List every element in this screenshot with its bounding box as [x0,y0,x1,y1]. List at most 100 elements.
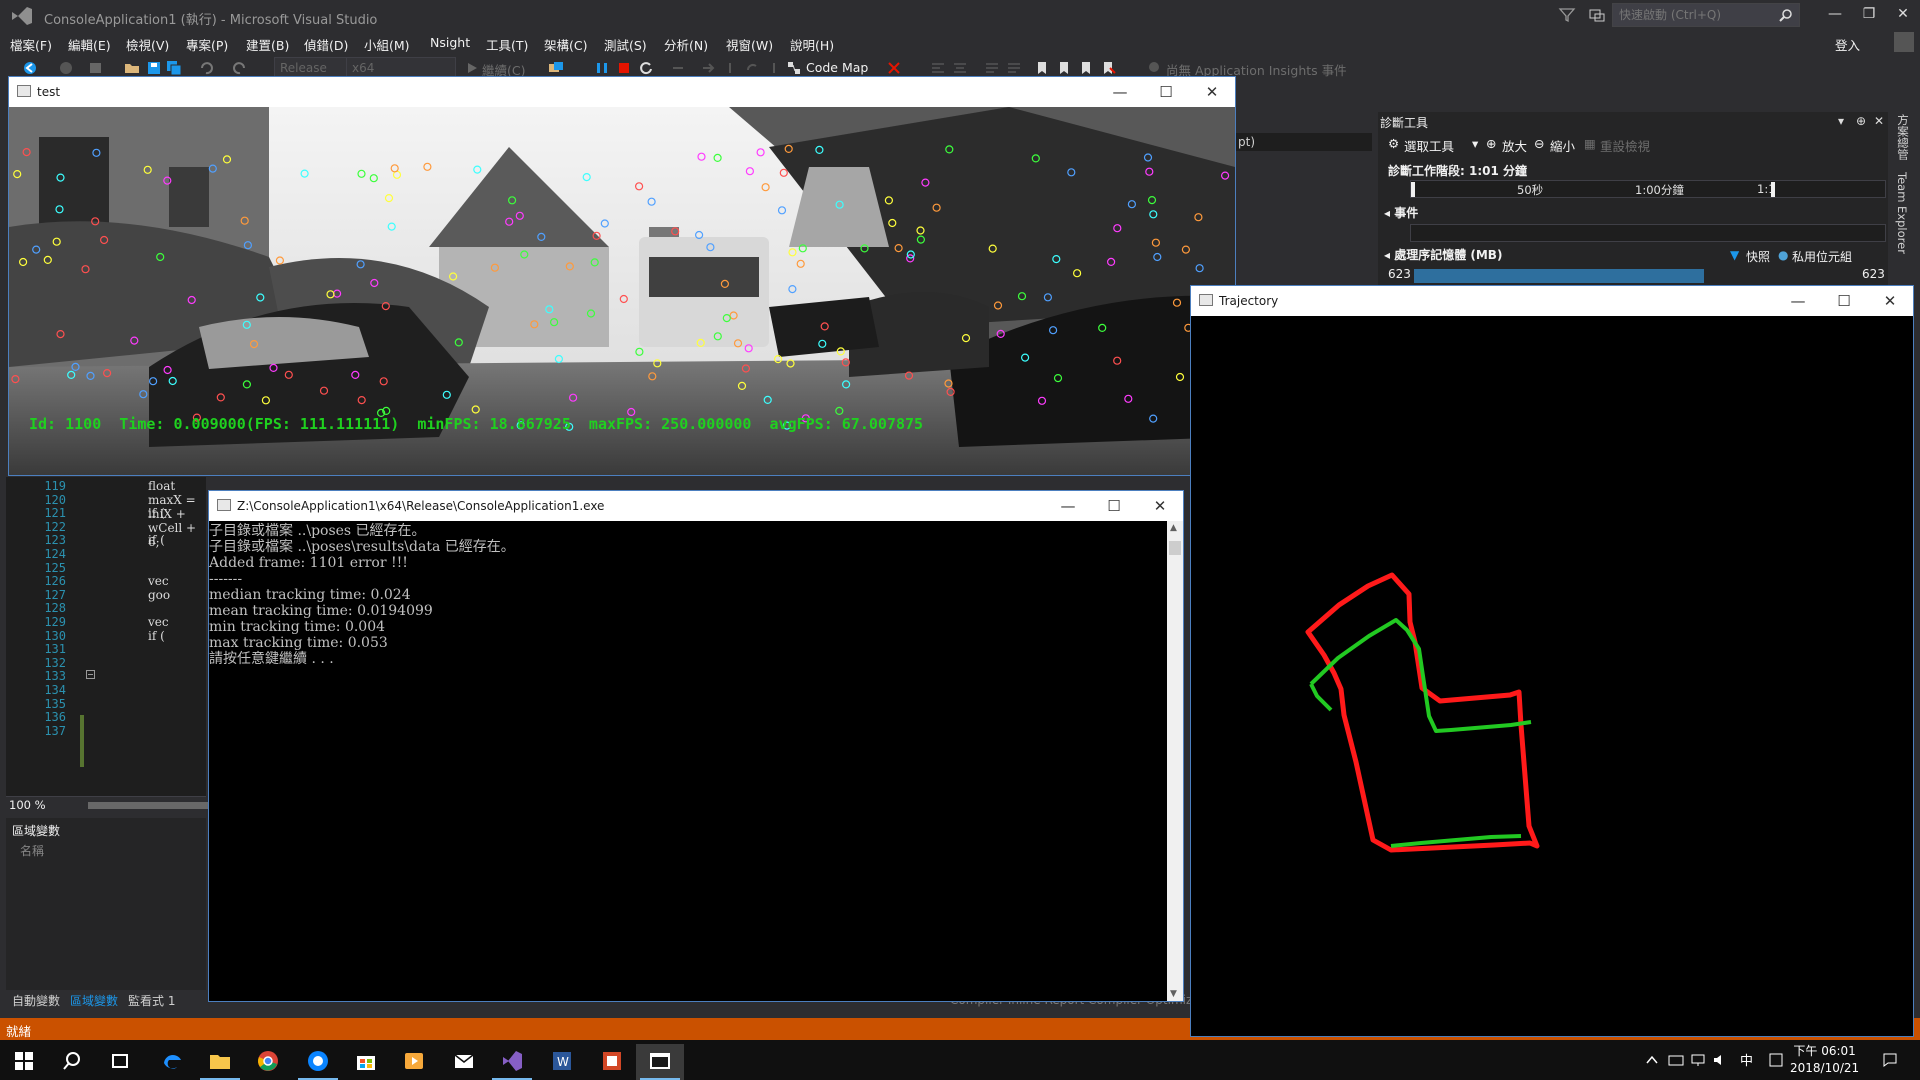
taskbar-app-word[interactable]: W [538,1044,586,1080]
events-section-header[interactable]: ◂ 事件 [1384,204,1418,221]
task-view-button[interactable] [96,1044,144,1080]
code-fragment[interactable]: goo [148,588,170,602]
menu-window[interactable]: 視窗(W) [726,35,773,54]
scroll-thumb[interactable] [1169,541,1181,555]
taskbar-app-edge[interactable] [148,1044,196,1080]
restart-icon[interactable] [638,60,654,76]
memory-section-header[interactable]: ◂ 處理序記憶體 (MB) [1384,246,1502,263]
panel-dropdown-icon[interactable]: ▾ [1838,114,1844,128]
menu-tools[interactable]: 工具(T) [486,35,528,54]
reset-view-button[interactable]: 重設檢視 [1600,136,1650,155]
trajectory-window[interactable]: Trajectory — ☐ ✕ [1190,285,1914,1037]
zoom-out-button[interactable]: 縮小 [1550,136,1575,155]
minimize-button[interactable]: — [1818,0,1852,28]
menu-file[interactable]: 檔案(F) [10,35,52,54]
horizontal-scrollbar[interactable] [88,802,208,809]
login-link[interactable]: 登入 [1835,35,1860,54]
zoom-in-button[interactable]: 放大 [1502,136,1527,155]
outline-collapse-icon[interactable] [86,670,95,679]
minimize-button[interactable]: — [1097,77,1143,107]
taskbar-app-media-player[interactable] [390,1044,438,1080]
code-fragment[interactable]: vec [148,615,169,629]
tab-watch-1[interactable]: 監看式 1 [128,992,175,1009]
pin-icon[interactable]: ⊕ [1856,114,1866,128]
timeline-start-marker[interactable] [1411,182,1415,197]
name-column-header[interactable]: 名稱 [20,842,44,859]
console-output[interactable]: 子目錄或檔案 ..\poses 已經存在。 子目錄或檔案 ..\poses\re… [209,521,1167,1001]
save-icon[interactable] [146,60,162,76]
quick-launch-input[interactable] [1613,4,1773,26]
close-button[interactable]: ✕ [1867,286,1913,316]
solution-explorer-tab[interactable]: 方案總管 [1895,114,1911,160]
reset-view-icon[interactable]: ▦ [1584,136,1596,151]
session-timeline[interactable]: 50秒 1:00分鐘 1:1 [1410,180,1886,198]
maximize-button[interactable]: ☐ [1821,286,1867,316]
quick-launch-box[interactable] [1612,3,1800,27]
taskbar-app-visual-studio[interactable] [488,1044,536,1080]
uncomment-icon[interactable] [1006,60,1022,76]
taskbar-app-firefox[interactable] [294,1044,342,1080]
notifications-filter-icon[interactable] [1558,6,1576,24]
timeline-end-marker[interactable] [1771,182,1775,197]
back-icon[interactable] [22,60,38,76]
menu-architecture[interactable]: 架構(C) [544,35,587,54]
menu-test[interactable]: 測試(S) [604,35,647,54]
tab-locals[interactable]: 區域變數 [70,992,118,1009]
save-all-icon[interactable] [166,60,182,76]
comment-icon[interactable] [984,60,1000,76]
zoom-level-select[interactable]: 100 % [9,798,46,812]
stack-frame-icon[interactable] [548,60,564,76]
chevron-up-icon[interactable] [1644,1052,1660,1068]
code-fragment[interactable]: if ( [148,506,165,520]
select-tool-button[interactable]: 選取工具 [1404,136,1454,155]
console-window[interactable]: Z:\ConsoleApplication1\x64\Release\Conso… [208,490,1184,1002]
tab-autos[interactable]: 自動變數 [12,992,60,1009]
maximize-button[interactable]: ☐ [1091,491,1137,521]
step-over-icon[interactable] [722,60,738,76]
panel-close-icon[interactable]: ✕ [1874,114,1884,128]
output-source-select[interactable]: pt) [1232,133,1372,151]
step-back-icon[interactable] [766,60,782,76]
bookmark-icon[interactable] [1034,60,1050,76]
action-center-icon[interactable] [1882,1052,1898,1068]
team-explorer-tab[interactable]: Team Explorer [1895,172,1909,254]
code-editor[interactable]: 119 120 121 122 123 124 125 126 127 128 129 130 131 1… [6,477,206,812]
taskbar-app-mail[interactable] [440,1044,488,1080]
menu-team[interactable]: 小組(M) [364,35,410,54]
restore-button[interactable]: ❐ [1852,0,1886,28]
ime-indicator[interactable]: 中 [1740,1050,1753,1069]
next-bookmark-icon[interactable] [1078,60,1094,76]
menu-nsight[interactable]: Nsight [430,35,470,50]
forward-icon[interactable] [58,60,74,76]
zoom-out-icon[interactable]: ⊖ [1534,136,1544,151]
code-map-icon[interactable] [786,60,802,76]
taskbar-app-chrome[interactable] [244,1044,292,1080]
test-window-titlebar[interactable]: test — ☐ ✕ [9,77,1235,107]
ime-mode-icon[interactable] [1768,1052,1784,1068]
system-clock[interactable]: 下午 06:01 2018/10/21 [1790,1043,1859,1077]
align-left-icon[interactable] [930,60,946,76]
app-insights-icon[interactable] [1146,60,1162,76]
test-window[interactable]: test — ☐ ✕ Id: 1100 Time: 0.009000(FPS: … [8,76,1236,476]
menu-build[interactable]: 建置(B) [246,35,289,54]
undo-icon[interactable] [198,60,214,76]
network-icon[interactable] [1690,1052,1706,1068]
step-out-icon[interactable] [744,60,760,76]
previous-bookmark-icon[interactable] [1056,60,1072,76]
step-into-icon[interactable] [700,60,716,76]
code-map-button[interactable]: Code Map [806,60,868,75]
minimize-button[interactable]: — [1045,491,1091,521]
code-fragment[interactable]: if ( [148,533,165,547]
open-file-icon[interactable] [124,60,140,76]
search-icon[interactable] [1779,8,1793,22]
menu-debug[interactable]: 偵錯(D) [304,35,348,54]
redo-icon[interactable] [232,60,248,76]
scroll-down-icon[interactable]: ▼ [1170,989,1177,999]
close-button[interactable]: ✕ [1886,0,1920,28]
select-tool-chevron-down-icon[interactable]: ▾ [1472,136,1478,151]
new-project-icon[interactable] [88,60,104,76]
console-window-titlebar[interactable]: Z:\ConsoleApplication1\x64\Release\Conso… [209,491,1183,521]
menu-analyze[interactable]: 分析(N) [664,35,708,54]
code-fragment[interactable]: if ( [148,629,165,643]
console-vertical-scrollbar[interactable]: ▲ ▼ [1167,521,1183,1001]
